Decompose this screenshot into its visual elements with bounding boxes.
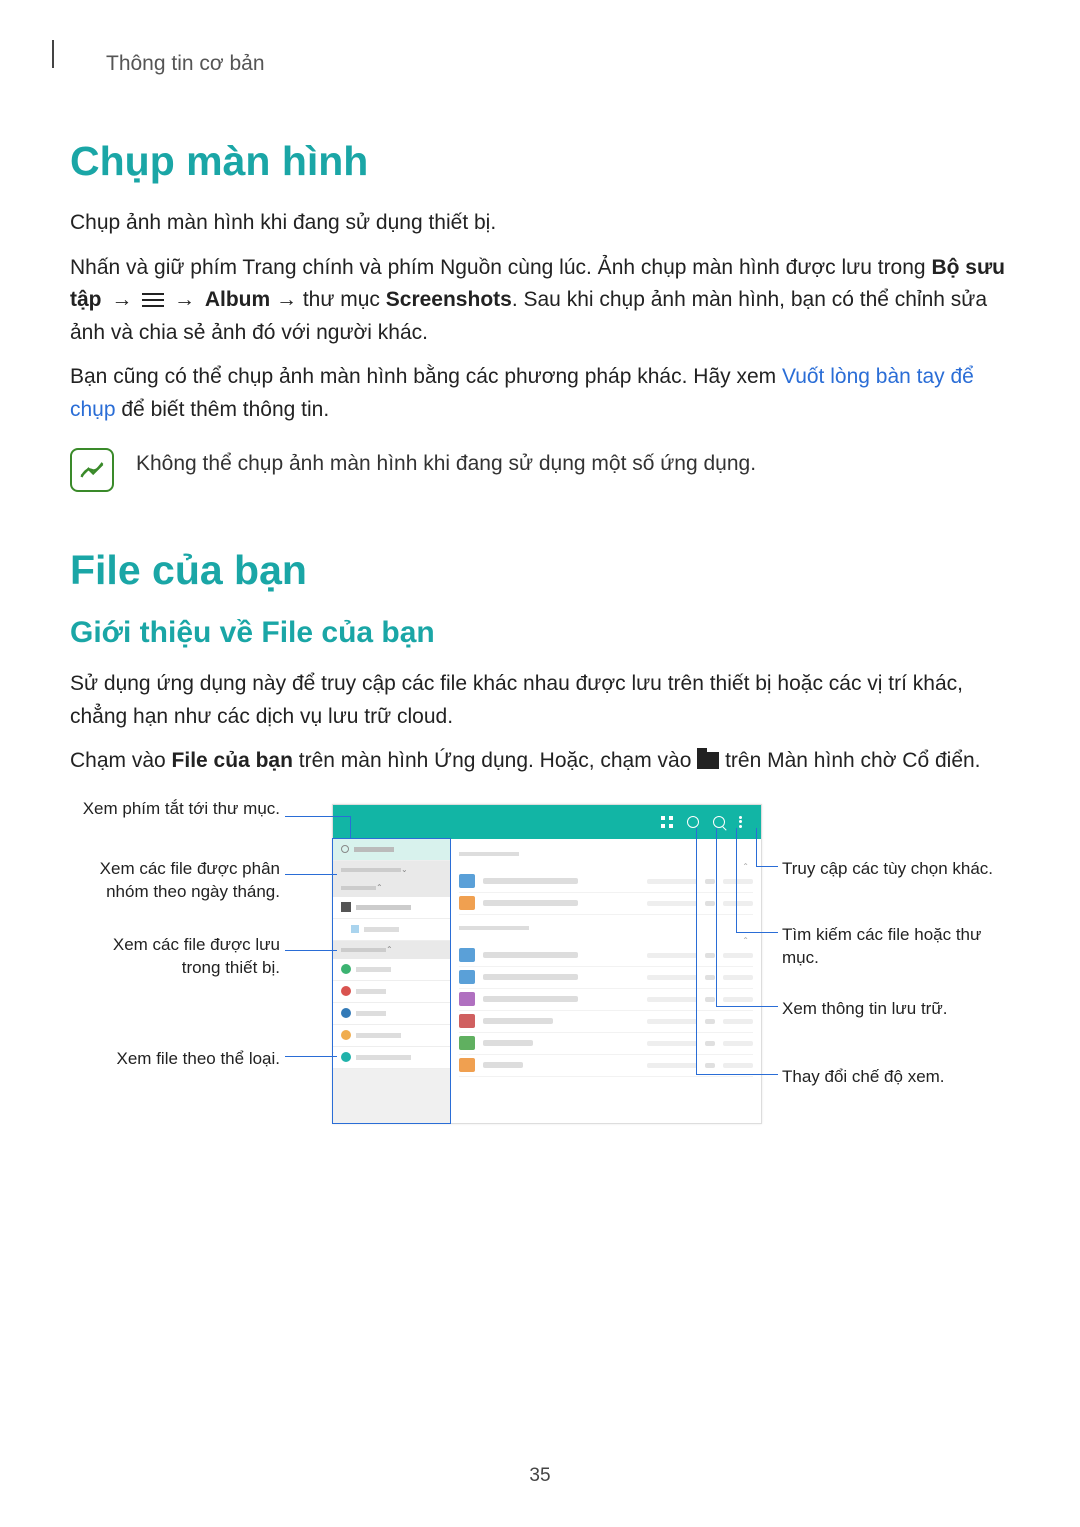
section2-p1: Sử dụng ứng dụng này để truy cập các fil… bbox=[70, 668, 1010, 733]
more-icon bbox=[739, 816, 751, 828]
grid-view-icon bbox=[661, 816, 673, 828]
callout-shortcut: Xem phím tắt tới thư mục. bbox=[70, 798, 280, 821]
page-header: Thông tin cơ bản bbox=[106, 52, 1010, 76]
callout-storage: Xem thông tin lưu trữ. bbox=[782, 998, 1002, 1021]
diagram: ⌄ ⌃ ⌃ ⌃ bbox=[70, 804, 1010, 1144]
chart-icon bbox=[687, 816, 699, 828]
callout-category: Xem file theo thể loại. bbox=[70, 1048, 280, 1071]
callout-timeline: Xem các file được phân nhóm theo ngày th… bbox=[70, 858, 280, 904]
search-icon bbox=[713, 816, 725, 828]
section1-p1: Chụp ảnh màn hình khi đang sử dụng thiết… bbox=[70, 207, 1010, 240]
section2-p2: Chạm vào File của bạn trên màn hình Ứng … bbox=[70, 745, 1010, 778]
menu-icon bbox=[142, 293, 164, 307]
note-icon bbox=[70, 448, 114, 492]
callout-device: Xem các file được lưu trong thiết bị. bbox=[70, 934, 280, 980]
section2-title: File của bạn bbox=[70, 547, 1010, 594]
section1-p2: Nhấn và giữ phím Trang chính và phím Ngu… bbox=[70, 252, 1010, 350]
page-number: 35 bbox=[0, 1465, 1080, 1487]
section1-title: Chụp màn hình bbox=[70, 138, 1010, 185]
callout-viewmode: Thay đổi chế độ xem. bbox=[782, 1066, 1002, 1089]
callout-search: Tìm kiếm các file hoặc thư mục. bbox=[782, 924, 1002, 970]
section1-p3: Bạn cũng có thể chụp ảnh màn hình bằng c… bbox=[70, 361, 1010, 426]
folder-icon bbox=[697, 752, 719, 769]
note-text: Không thể chụp ảnh màn hình khi đang sử … bbox=[136, 448, 756, 481]
callout-options: Truy cập các tùy chọn khác. bbox=[782, 858, 1002, 881]
section2-subtitle: Giới thiệu về File của bạn bbox=[70, 616, 1010, 650]
